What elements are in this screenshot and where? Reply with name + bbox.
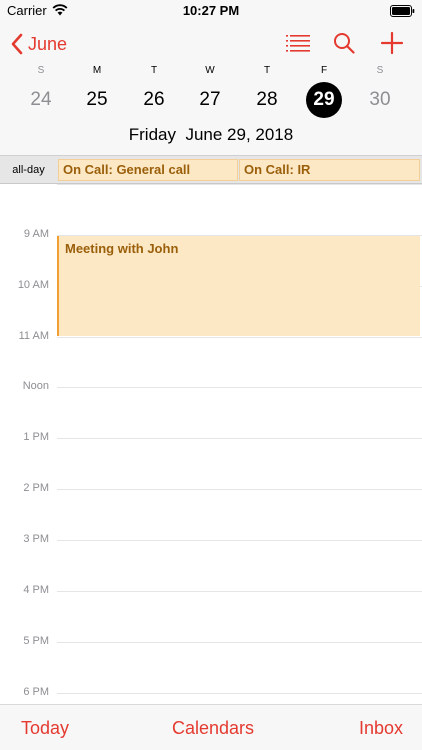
status-bar: Carrier 10:27 PM (0, 0, 422, 22)
hour-line (57, 438, 422, 439)
search-icon[interactable] (333, 32, 355, 54)
week-day-wednesday[interactable]: W 27 (185, 64, 235, 112)
battery-icon (390, 5, 415, 17)
calendars-button[interactable]: Calendars (172, 718, 254, 739)
week-day-sunday[interactable]: S 24 (16, 64, 66, 112)
hour-label: 6 PM (23, 686, 49, 698)
day-timeline[interactable]: 9 AM 10 AM 11 AM Noon 1 PM 2 PM 3 PM 4 P… (0, 184, 422, 704)
hour-line (57, 642, 422, 643)
hour-line (57, 489, 422, 490)
hour-label: 2 PM (23, 482, 49, 494)
hour-label: 9 AM (23, 228, 49, 240)
day-number: 27 (199, 89, 221, 110)
hour-line (57, 184, 422, 185)
week-day-saturday[interactable]: S 30 (355, 64, 405, 112)
day-number: 30 (369, 89, 391, 110)
week-day-friday-selected[interactable]: F 29 (299, 64, 349, 118)
selected-date-title: Friday June 29, 2018 (128, 125, 294, 144)
day-letter: M (92, 65, 102, 76)
hour-label: 4 PM (23, 584, 49, 596)
bottom-toolbar: Today Calendars Inbox (0, 704, 422, 750)
hour-line (57, 693, 422, 694)
day-letter: T (263, 65, 271, 76)
inbox-button[interactable]: Inbox (359, 718, 403, 739)
day-letter: F (320, 65, 328, 76)
chevron-left-icon (11, 33, 23, 55)
hour-label: Noon (22, 380, 49, 392)
back-to-month-button[interactable]: June (10, 32, 67, 56)
day-letter: S (37, 65, 45, 76)
event-title: Meeting with John (65, 241, 179, 256)
week-day-thursday[interactable]: T 28 (242, 64, 292, 112)
all-day-event-general-call[interactable]: On Call: General call (58, 159, 238, 181)
day-letter: T (150, 65, 158, 76)
hour-label: 1 PM (23, 431, 49, 443)
day-number: 26 (143, 89, 165, 110)
all-day-row: all-day On Call: General call On Call: I… (0, 155, 422, 184)
hour-label: 3 PM (23, 533, 49, 545)
day-letter: S (376, 65, 384, 76)
hour-label: 5 PM (23, 635, 49, 647)
hour-line (57, 540, 422, 541)
week-strip: S 24 M 25 T 26 W 27 T 28 F 29 S 30 (0, 64, 422, 118)
status-time: 10:27 PM (182, 3, 240, 18)
day-number: 28 (256, 89, 278, 110)
day-number: 24 (30, 89, 52, 110)
hour-line (57, 591, 422, 592)
day-number: 25 (86, 89, 108, 110)
all-day-label: all-day (12, 164, 45, 176)
today-button[interactable]: Today (21, 718, 69, 739)
day-letter: W (205, 65, 215, 76)
all-day-event-ir[interactable]: On Call: IR (239, 159, 420, 181)
week-day-monday[interactable]: M 25 (72, 64, 122, 112)
hour-label: 10 AM (17, 279, 49, 291)
week-day-tuesday[interactable]: T 26 (129, 64, 179, 112)
selected-day-number: 29 (306, 82, 342, 118)
list-icon[interactable] (286, 32, 310, 54)
event-meeting-with-john[interactable]: Meeting with John (57, 236, 420, 336)
add-icon[interactable] (381, 32, 403, 54)
hour-line (57, 387, 422, 388)
hour-label: 11 AM (18, 330, 49, 342)
calendar-header: June S 24 M 25 T 26 W 27 T 28 F 29 S 30 … (0, 22, 422, 155)
hour-line (57, 337, 422, 338)
back-label: June (28, 33, 68, 54)
